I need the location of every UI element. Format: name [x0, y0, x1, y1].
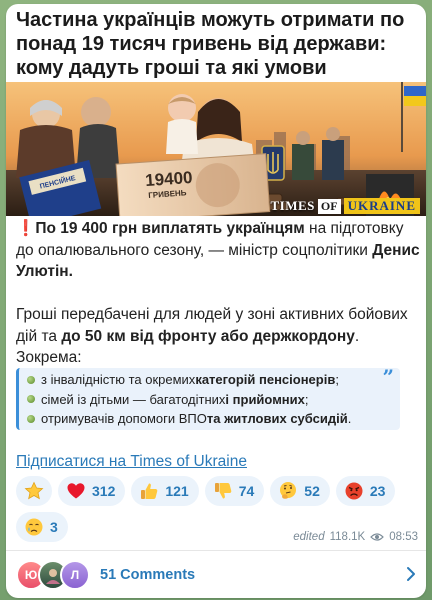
thinking-face-icon [280, 482, 297, 499]
reaction-count: 23 [369, 483, 386, 499]
post-paragraph-1: ❗По 19 400 грн виплатять українцям на пі… [16, 220, 420, 280]
quote-mark-icon: ” [382, 365, 394, 389]
list-item: отримувачів допомоги ВПО та житлових суб… [27, 409, 400, 429]
green-bullet-icon [27, 414, 35, 423]
comments-button[interactable]: Ю Л 51 Comments [6, 551, 426, 598]
reaction-angry[interactable]: 23 [335, 476, 396, 506]
green-bullet-icon [27, 375, 35, 384]
edited-label: edited [293, 531, 325, 543]
thumbs-down-icon [214, 483, 232, 499]
exclamation-icon: ❗ [16, 220, 36, 237]
post-paragraph-2: Гроші передбачені для людей у зоні актив… [16, 306, 408, 366]
list-item: сімей із дітьми — багатодітних і прийомн… [27, 390, 400, 410]
reaction-count: 121 [165, 483, 189, 499]
reaction-thumbs-up[interactable]: 121 [131, 476, 199, 506]
reaction-count: 3 [50, 519, 58, 535]
reaction-star[interactable] [16, 476, 52, 506]
comments-label: 51 Comments [100, 566, 196, 583]
subscribe-link[interactable]: Підписатися на Times of Ukraine [16, 453, 247, 471]
avatar: Л [60, 559, 90, 590]
commenter-avatars: Ю Л [16, 559, 90, 590]
list-item: з інвалідністю та окремих категорій пенс… [27, 370, 400, 390]
view-count: 118.1K [329, 531, 366, 543]
reaction-count: 312 [92, 483, 116, 499]
red-heart-icon [67, 483, 85, 499]
thumbs-up-icon [141, 483, 158, 499]
post-title: Частина українців можуть отримати по пон… [16, 9, 405, 79]
eye-icon [370, 533, 385, 541]
channel-post-bubble: Частина українців можуть отримати по пон… [6, 4, 426, 598]
reaction-count: 74 [238, 483, 255, 499]
post-meta: edited 118.1K 08:53 [293, 531, 418, 543]
reaction-heart[interactable]: 312 [58, 476, 126, 506]
reaction-crying[interactable]: 3 [16, 512, 68, 542]
green-bullet-icon [27, 395, 35, 404]
reaction-count: 52 [304, 483, 320, 499]
post-image[interactable]: ПЕНСІЙНЕ 19400 ГРИВЕНЬ TIMES OF UKRAINE [6, 82, 426, 216]
crying-face-icon [25, 518, 43, 536]
star-icon [24, 481, 44, 500]
times-of-ukraine-logo: TIMES OF UKRAINE [271, 198, 420, 214]
post-time: 08:53 [389, 531, 418, 543]
angry-face-icon [345, 482, 363, 500]
reaction-thumbs-down[interactable]: 74 [204, 476, 265, 506]
post-image-illustration: ПЕНСІЙНЕ 19400 ГРИВЕНЬ [6, 82, 426, 216]
chevron-right-icon [407, 567, 415, 581]
blockquote: ” з інвалідністю та окремих категорій пе… [16, 365, 400, 430]
banknote-value: 19400 [145, 168, 193, 190]
reaction-thinking[interactable]: 52 [270, 476, 330, 506]
